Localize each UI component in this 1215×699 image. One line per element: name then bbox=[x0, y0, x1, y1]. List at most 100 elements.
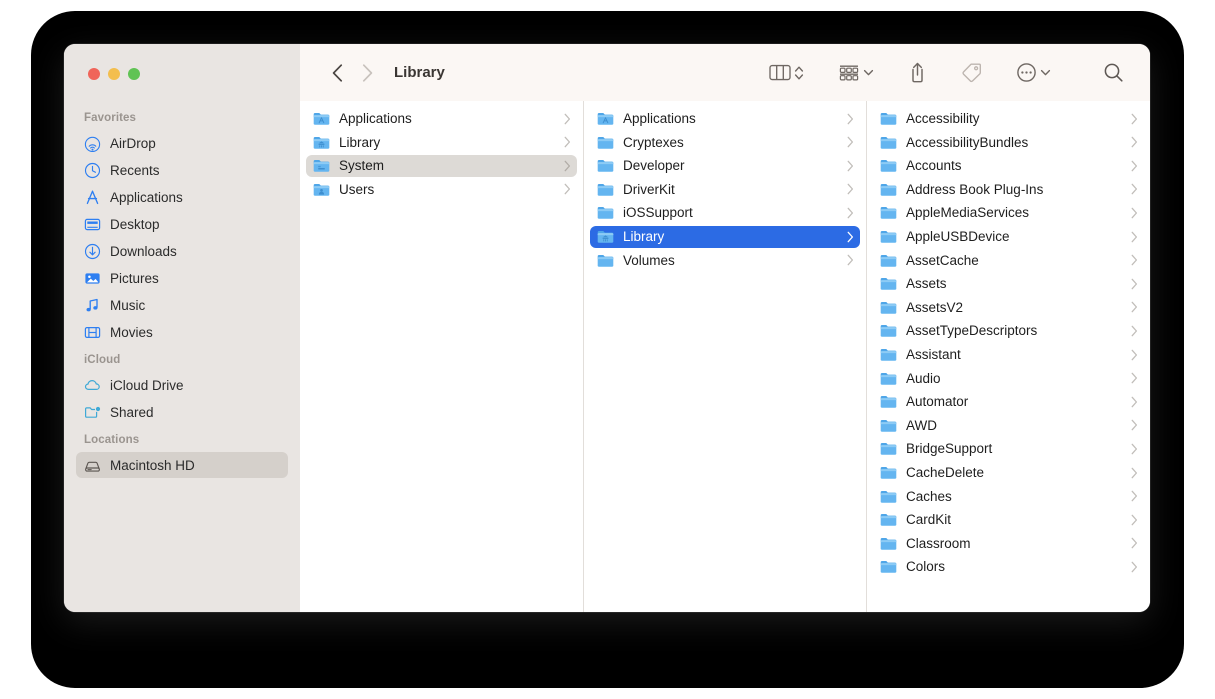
film-icon bbox=[84, 324, 101, 341]
file-row[interactable]: Library bbox=[306, 131, 577, 153]
chevron-right-icon bbox=[1131, 349, 1138, 361]
chevron-right-icon bbox=[847, 254, 854, 266]
file-row[interactable]: AWD bbox=[873, 414, 1144, 436]
folder-icon bbox=[597, 205, 614, 220]
file-row[interactable]: Applications bbox=[590, 108, 860, 130]
view-switcher-button[interactable] bbox=[765, 62, 808, 84]
chevron-right-icon bbox=[1131, 207, 1138, 219]
sidebar-item-label: Music bbox=[110, 297, 146, 313]
airdrop-icon bbox=[84, 135, 101, 152]
sidebar-item-recents[interactable]: Recents bbox=[76, 157, 288, 183]
file-row[interactable]: AccessibilityBundles bbox=[873, 131, 1144, 153]
file-row[interactable]: CardKit bbox=[873, 509, 1144, 531]
folder-icon bbox=[880, 253, 897, 268]
group-by-button[interactable] bbox=[834, 62, 878, 84]
forward-button[interactable] bbox=[352, 63, 382, 82]
chevron-right-icon bbox=[564, 136, 571, 148]
folder-icon bbox=[880, 394, 897, 409]
file-row[interactable]: Developer bbox=[590, 155, 860, 177]
file-row[interactable]: Assistant bbox=[873, 344, 1144, 366]
ellipsis-circle-icon bbox=[1016, 62, 1037, 83]
tag-icon bbox=[961, 62, 982, 83]
search-button[interactable] bbox=[1099, 60, 1128, 85]
file-row-label: Accessibility bbox=[906, 111, 980, 127]
file-row[interactable]: iOSSupport bbox=[590, 202, 860, 224]
file-row[interactable]: System bbox=[306, 154, 577, 177]
file-row[interactable]: Caches bbox=[873, 485, 1144, 507]
file-row[interactable]: Users bbox=[306, 178, 577, 200]
sidebar-item-applications[interactable]: Applications bbox=[76, 184, 288, 210]
file-row-label: Automator bbox=[906, 394, 969, 410]
folder-icon bbox=[597, 158, 614, 173]
sidebar-item-music[interactable]: Music bbox=[76, 292, 288, 318]
share-button[interactable] bbox=[904, 60, 931, 85]
sidebar-item-icloud-drive[interactable]: iCloud Drive bbox=[76, 372, 288, 398]
file-row[interactable]: Audio bbox=[873, 367, 1144, 389]
file-row[interactable]: Classroom bbox=[873, 532, 1144, 554]
file-row[interactable]: Accessibility bbox=[873, 108, 1144, 130]
sidebar-item-movies[interactable]: Movies bbox=[76, 319, 288, 345]
file-row[interactable]: Assets bbox=[873, 273, 1144, 295]
sidebar-item-desktop[interactable]: Desktop bbox=[76, 211, 288, 237]
sidebar-item-downloads[interactable]: Downloads bbox=[76, 238, 288, 264]
chevron-right-icon bbox=[1131, 467, 1138, 479]
pictures-icon bbox=[84, 270, 101, 287]
folder-applications-icon bbox=[313, 111, 330, 126]
sidebar-item-airdrop[interactable]: AirDrop bbox=[76, 130, 288, 156]
sidebar-item-label: AirDrop bbox=[110, 135, 156, 151]
tag-button[interactable] bbox=[957, 60, 986, 85]
file-row[interactable]: AppleMediaServices bbox=[873, 202, 1144, 224]
file-row-label: Library bbox=[623, 229, 665, 245]
chevron-down-icon bbox=[1040, 68, 1051, 77]
file-row[interactable]: Applications bbox=[306, 108, 577, 130]
sidebar-list[interactable]: Favorites AirDrop Recents Applications Deskt… bbox=[64, 104, 300, 612]
chevron-right-icon bbox=[847, 136, 854, 148]
column-one[interactable]: Applications Library System Users bbox=[300, 101, 583, 612]
more-actions-button[interactable] bbox=[1012, 60, 1055, 85]
folder-icon bbox=[880, 489, 897, 504]
sidebar-item-label: Shared bbox=[110, 404, 154, 420]
file-row[interactable]: Automator bbox=[873, 391, 1144, 413]
chevron-right-icon bbox=[1131, 231, 1138, 243]
chevron-right-icon bbox=[1131, 254, 1138, 266]
folder-icon bbox=[880, 158, 897, 173]
file-row-label: AssetTypeDescriptors bbox=[906, 323, 1038, 339]
file-row[interactable]: Cryptexes bbox=[590, 131, 860, 153]
sidebar-item-macintosh-hd[interactable]: Macintosh HD bbox=[76, 452, 288, 478]
file-row[interactable]: Accounts bbox=[873, 155, 1144, 177]
file-row[interactable]: DriverKit bbox=[590, 178, 860, 200]
sidebar-item-shared[interactable]: Shared bbox=[76, 399, 288, 425]
share-icon bbox=[908, 62, 927, 83]
sidebar-item-pictures[interactable]: Pictures bbox=[76, 265, 288, 291]
file-row[interactable]: AssetCache bbox=[873, 249, 1144, 271]
file-row[interactable]: AssetsV2 bbox=[873, 296, 1144, 318]
file-row[interactable]: AssetTypeDescriptors bbox=[873, 320, 1144, 342]
file-row-label: BridgeSupport bbox=[906, 441, 993, 457]
close-button[interactable] bbox=[88, 68, 100, 80]
sidebar-item-label: Pictures bbox=[110, 270, 159, 286]
column-two[interactable]: Applications Cryptexes Developer DriverKit i… bbox=[583, 101, 866, 612]
file-row-label: System bbox=[339, 158, 385, 174]
chevron-right-icon bbox=[1131, 113, 1138, 125]
folder-icon bbox=[880, 229, 897, 244]
column-three[interactable]: Accessibility AccessibilityBundles Account… bbox=[866, 101, 1150, 612]
file-row[interactable]: BridgeSupport bbox=[873, 438, 1144, 460]
chevron-right-icon bbox=[847, 183, 854, 195]
chevron-right-icon bbox=[564, 183, 571, 195]
file-row[interactable]: Library bbox=[590, 225, 860, 248]
folder-icon bbox=[880, 182, 897, 197]
minimize-button[interactable] bbox=[108, 68, 120, 80]
file-row[interactable]: Volumes bbox=[590, 249, 860, 271]
zoom-button[interactable] bbox=[128, 68, 140, 80]
clock-icon bbox=[84, 162, 101, 179]
file-row[interactable]: Colors bbox=[873, 556, 1144, 578]
sidebar-item-label: Macintosh HD bbox=[110, 457, 195, 473]
sidebar-item-label: Applications bbox=[110, 189, 183, 205]
file-row-label: AWD bbox=[906, 417, 937, 433]
back-button[interactable] bbox=[322, 63, 352, 82]
file-row[interactable]: CacheDelete bbox=[873, 462, 1144, 484]
file-row[interactable]: Address Book Plug-Ins bbox=[873, 178, 1144, 200]
file-row-label: Assets bbox=[906, 276, 947, 292]
column-browser: Applications Library System Users Applicati… bbox=[300, 101, 1150, 612]
file-row[interactable]: AppleUSBDevice bbox=[873, 226, 1144, 248]
